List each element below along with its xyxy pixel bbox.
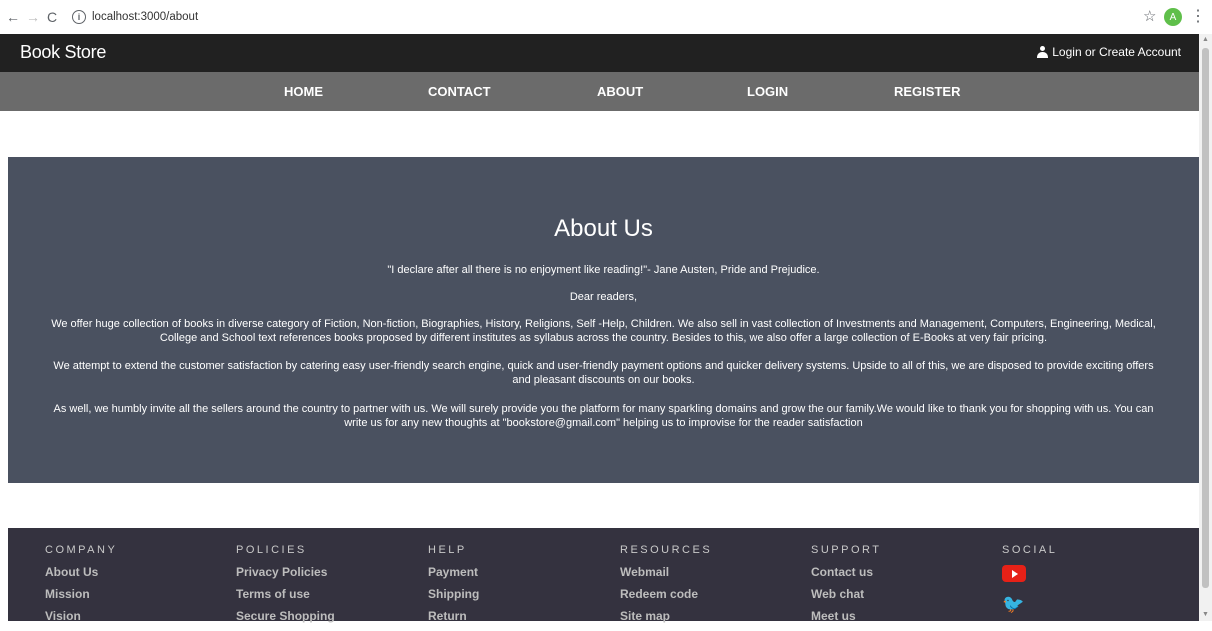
page-scrollbar[interactable]: ▲ ▼ <box>1199 34 1212 621</box>
nav-register[interactable]: REGISTER <box>894 84 960 99</box>
footer-link[interactable]: Privacy Policies <box>236 565 335 581</box>
nav-login[interactable]: LOGIN <box>747 84 788 99</box>
twitter-icon[interactable]: 🐦 <box>1002 594 1057 615</box>
nav-contact[interactable]: CONTACT <box>428 84 491 99</box>
footer-column-social: SOCIAL 🐦 <box>1002 544 1057 615</box>
footer-heading: RESOURCES <box>620 544 713 556</box>
main-nav: HOME CONTACT ABOUT LOGIN REGISTER <box>0 72 1199 111</box>
forward-arrow-icon[interactable]: → <box>26 8 40 26</box>
bookmark-star-icon[interactable]: ☆ <box>1143 7 1156 25</box>
about-quote: "I declare after all there is no enjoyme… <box>387 264 820 276</box>
footer-link[interactable]: About Us <box>45 565 117 581</box>
about-title: About Us <box>554 215 653 242</box>
nav-home[interactable]: HOME <box>284 84 323 99</box>
about-greeting: Dear readers, <box>569 291 638 303</box>
login-link[interactable]: Login or Create Account <box>1037 45 1181 59</box>
footer-link[interactable]: Webmail <box>620 565 712 581</box>
site-footer: COMPANY About Us Mission Vision POLICIES… <box>8 528 1199 623</box>
scrollbar-thumb[interactable] <box>1202 48 1209 588</box>
footer-column-policies: POLICIES Privacy Policies Terms of use S… <box>236 544 335 631</box>
footer-column-help: HELP Payment Shipping Return <box>428 544 479 631</box>
about-section: About Us "I declare after all there is n… <box>8 157 1199 483</box>
scroll-up-icon[interactable]: ▲ <box>1202 36 1209 43</box>
footer-column-support: SUPPORT Contact us Web chat Meet us <box>811 544 881 631</box>
youtube-icon[interactable] <box>1002 565 1026 582</box>
browser-menu-icon[interactable]: ⋮ <box>1190 6 1206 26</box>
address-bar[interactable]: i localhost:3000/about <box>68 7 828 27</box>
footer-heading: POLICIES <box>236 544 307 556</box>
footer-link[interactable]: Secure Shopping <box>236 609 335 625</box>
footer-column-resources: RESOURCES Webmail Redeem code Site map <box>620 544 712 631</box>
nav-about[interactable]: ABOUT <box>597 84 643 99</box>
footer-link[interactable]: Vision <box>45 609 117 625</box>
footer-link[interactable]: Mission <box>45 587 117 603</box>
footer-heading: SOCIAL <box>1002 544 1058 556</box>
login-link-label[interactable]: Login or Create Account <box>1052 45 1181 59</box>
reload-icon[interactable]: C <box>47 8 57 26</box>
profile-avatar[interactable]: A <box>1164 8 1182 26</box>
site-header: Book Store Login or Create Account <box>0 34 1199 72</box>
footer-link[interactable]: Site map <box>620 609 712 625</box>
footer-link[interactable]: Web chat <box>811 587 881 603</box>
info-icon[interactable]: i <box>72 10 86 24</box>
user-icon <box>1037 46 1049 58</box>
brand-logo[interactable]: Book Store <box>20 42 106 63</box>
footer-column-company: COMPANY About Us Mission Vision <box>45 544 117 631</box>
footer-link[interactable]: Meet us <box>811 609 881 625</box>
browser-toolbar: ← → C i localhost:3000/about ☆ A ⋮ <box>0 0 1212 35</box>
footer-link[interactable]: Return <box>428 609 479 625</box>
about-paragraph: We offer huge collection of books in div… <box>51 318 1156 344</box>
footer-heading: SUPPORT <box>811 544 882 556</box>
about-paragraph: As well, we humbly invite all the seller… <box>53 403 1154 429</box>
footer-link[interactable]: Payment <box>428 565 479 581</box>
footer-link[interactable]: Contact us <box>811 565 881 581</box>
scroll-down-icon[interactable]: ▼ <box>1202 611 1209 618</box>
footer-link[interactable]: Shipping <box>428 587 479 603</box>
about-paragraph: We attempt to extend the customer satisf… <box>53 360 1154 386</box>
footer-heading: HELP <box>428 544 467 556</box>
footer-link[interactable]: Terms of use <box>236 587 335 603</box>
address-url[interactable]: localhost:3000/about <box>92 11 198 23</box>
footer-link[interactable]: Redeem code <box>620 587 712 603</box>
back-arrow-icon[interactable]: ← <box>6 8 20 26</box>
footer-heading: COMPANY <box>45 544 118 556</box>
